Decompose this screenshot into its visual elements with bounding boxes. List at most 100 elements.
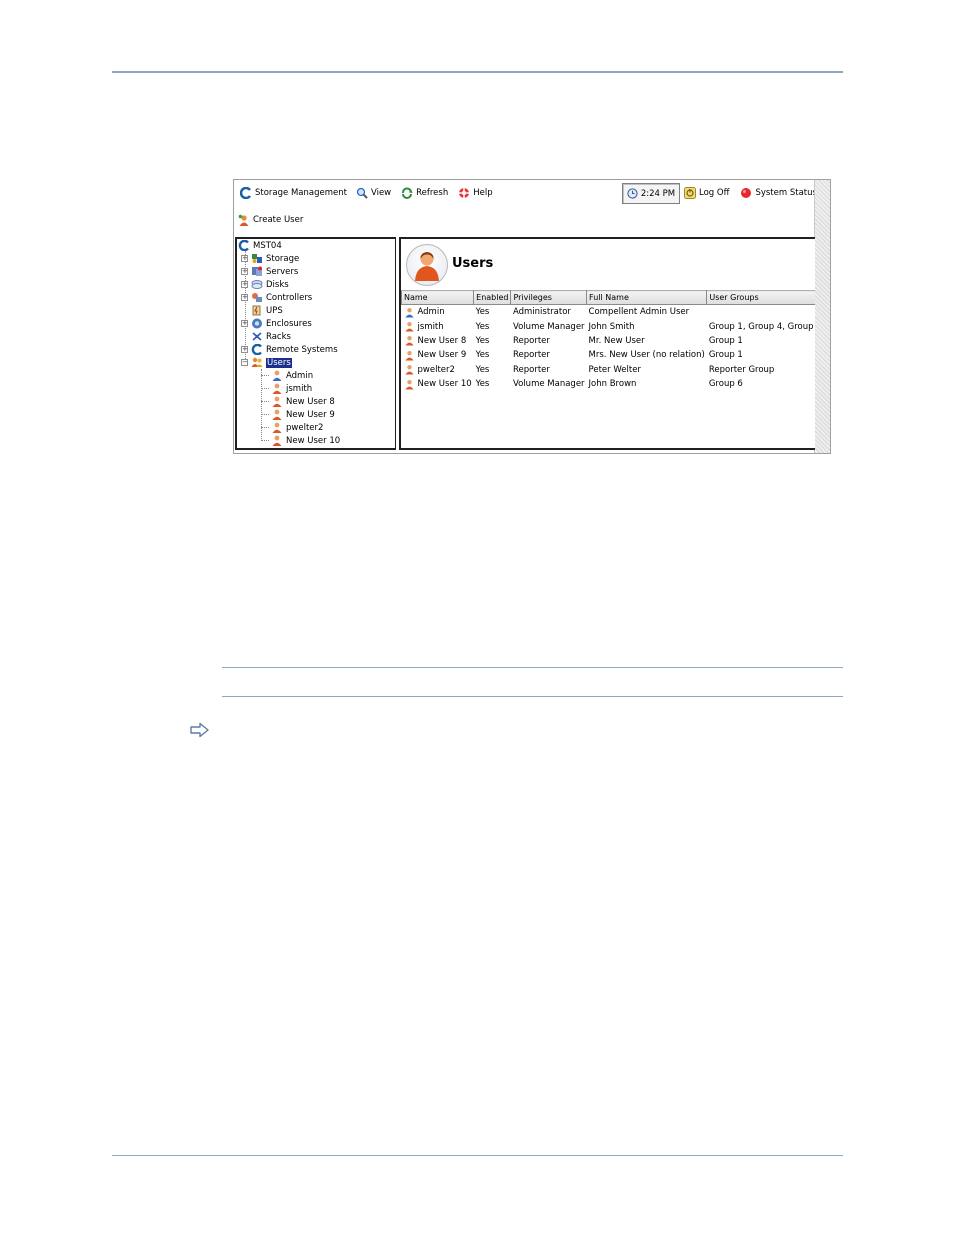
controllers-icon: [251, 292, 263, 303]
cell-name: New User 9: [417, 350, 467, 361]
users-icon: [251, 357, 263, 368]
status-red-icon: [740, 187, 752, 199]
cell-user-groups: [707, 305, 815, 320]
tree-user-new-user-9[interactable]: New User 9: [261, 408, 335, 421]
user-icon: [404, 350, 415, 361]
tree-root[interactable]: MST04: [238, 239, 282, 252]
tree-item-storage[interactable]: + Storage: [241, 252, 299, 265]
racks-icon: [251, 331, 263, 342]
cell-full-name: Compellent Admin User: [588, 307, 690, 318]
cell-user-groups: Reporter Group: [708, 364, 775, 375]
log-off-button[interactable]: Log Off: [684, 183, 729, 203]
user-icon: [404, 379, 415, 390]
enclosures-icon: [251, 318, 263, 329]
cell-privileges: Administrator: [512, 307, 571, 318]
expand-icon[interactable]: +: [241, 346, 248, 353]
cell-user-groups: Group 1: [708, 350, 743, 361]
remote-systems-icon: [251, 343, 263, 356]
tree-item-users[interactable]: − Users: [241, 356, 292, 369]
column-header-full-name[interactable]: Full Name: [586, 290, 708, 305]
tree-item-ups[interactable]: UPS: [251, 304, 283, 317]
ups-icon: [251, 305, 263, 316]
cell-full-name: John Brown: [588, 379, 637, 390]
arrow-right-icon: [190, 722, 210, 738]
tree-item-disks[interactable]: + Disks: [241, 278, 289, 291]
column-header-enabled[interactable]: Enabled: [473, 290, 512, 305]
cell-enabled: Yes: [475, 379, 490, 390]
expand-icon[interactable]: +: [241, 268, 248, 275]
note-rule-top: [222, 667, 843, 668]
expand-icon[interactable]: +: [241, 294, 248, 301]
cell-enabled: Yes: [475, 321, 490, 332]
create-user-button[interactable]: Create User: [238, 211, 303, 229]
tree-item-servers[interactable]: + Servers: [241, 265, 298, 278]
magnifier-icon: [356, 187, 368, 199]
cell-name: pwelter2: [417, 364, 455, 375]
expand-icon[interactable]: +: [241, 255, 248, 262]
admin-user-icon: [404, 307, 415, 318]
table-row[interactable]: New User 10 Yes Volume Manager John Brow…: [402, 377, 816, 391]
user-icon: [271, 383, 283, 394]
tree-item-racks[interactable]: Racks: [251, 330, 291, 343]
cell-user-groups: Group 1: [708, 335, 743, 346]
column-header-name[interactable]: Name: [401, 290, 475, 305]
user-icon: [404, 364, 415, 375]
admin-user-icon: [271, 370, 283, 381]
user-icon: [404, 321, 415, 332]
tree-user-pwelter2[interactable]: pwelter2: [261, 421, 323, 434]
view-label: View: [370, 188, 392, 198]
help-button[interactable]: Help: [458, 183, 493, 203]
cell-privileges: Volume Manager: [512, 379, 585, 390]
storage-management-button[interactable]: Storage Management: [239, 183, 347, 203]
expand-icon[interactable]: +: [241, 320, 248, 327]
storage-icon: [251, 253, 263, 264]
tree-user-jsmith[interactable]: jsmith: [261, 382, 312, 395]
user-icon: [271, 435, 283, 446]
refresh-label: Refresh: [416, 188, 449, 198]
table-row[interactable]: pwelter2 Yes Reporter Peter Welter Repor…: [402, 363, 816, 377]
cell-name: New User 10: [417, 379, 472, 390]
table-row[interactable]: New User 9 Yes Reporter Mrs. New User (n…: [402, 348, 816, 362]
vertical-scrollbar[interactable]: [814, 180, 830, 453]
cell-user-groups: Group 1, Group 4, Group 5: [708, 321, 815, 332]
table-row[interactable]: New User 8 Yes Reporter Mr. New User Gro…: [402, 334, 816, 348]
tree-user-new-user-8[interactable]: New User 8: [261, 395, 335, 408]
users-table: Name Enabled Privileges Full Name User G…: [401, 290, 815, 391]
view-button[interactable]: View: [356, 183, 391, 203]
refresh-icon: [401, 187, 413, 199]
column-header-user-groups[interactable]: User Groups: [706, 290, 815, 305]
table-row[interactable]: jsmith Yes Volume Manager John Smith Gro…: [402, 319, 815, 333]
cell-name: jsmith: [417, 321, 444, 332]
panel-title: Users: [452, 256, 494, 271]
lifebuoy-icon: [458, 187, 470, 199]
clock-icon: [627, 188, 638, 199]
column-header-privileges[interactable]: Privileges: [510, 290, 588, 305]
create-user-icon: [238, 214, 250, 226]
cell-full-name: Mr. New User: [588, 335, 645, 346]
help-label: Help: [473, 188, 493, 198]
clock-time: 2:24 PM: [640, 188, 676, 199]
navigation-tree: MST04 + Storage + Servers + Disks + Cont…: [235, 237, 396, 450]
table-row[interactable]: Admin Yes Administrator Compellent Admin…: [402, 305, 816, 320]
tree-user-admin[interactable]: Admin: [261, 369, 313, 382]
toolbar-right: Log Off System Status: [684, 183, 817, 203]
expand-icon[interactable]: +: [241, 281, 248, 288]
tree-user-new-user-10[interactable]: New User 10: [261, 434, 340, 447]
tree-item-remote-systems[interactable]: + Remote Systems: [241, 343, 338, 356]
cell-full-name: Mrs. New User (no relation): [588, 350, 705, 361]
refresh-button[interactable]: Refresh: [401, 183, 448, 203]
disks-icon: [251, 279, 263, 290]
tree-item-controllers[interactable]: + Controllers: [241, 291, 312, 304]
log-off-label: Log Off: [699, 188, 730, 198]
user-icon: [271, 409, 283, 420]
cell-name: New User 8: [417, 335, 467, 346]
system-status-label: System Status: [755, 188, 817, 198]
cell-full-name: John Smith: [588, 321, 635, 332]
users-panel: Users Name Enabled Privileges Full Name …: [399, 237, 815, 450]
cell-privileges: Volume Manager: [512, 321, 585, 332]
tree-item-enclosures[interactable]: + Enclosures: [241, 317, 312, 330]
user-icon: [404, 335, 415, 347]
collapse-icon[interactable]: −: [241, 359, 248, 366]
cell-privileges: Reporter: [512, 335, 550, 346]
system-status-button[interactable]: System Status: [740, 183, 817, 203]
